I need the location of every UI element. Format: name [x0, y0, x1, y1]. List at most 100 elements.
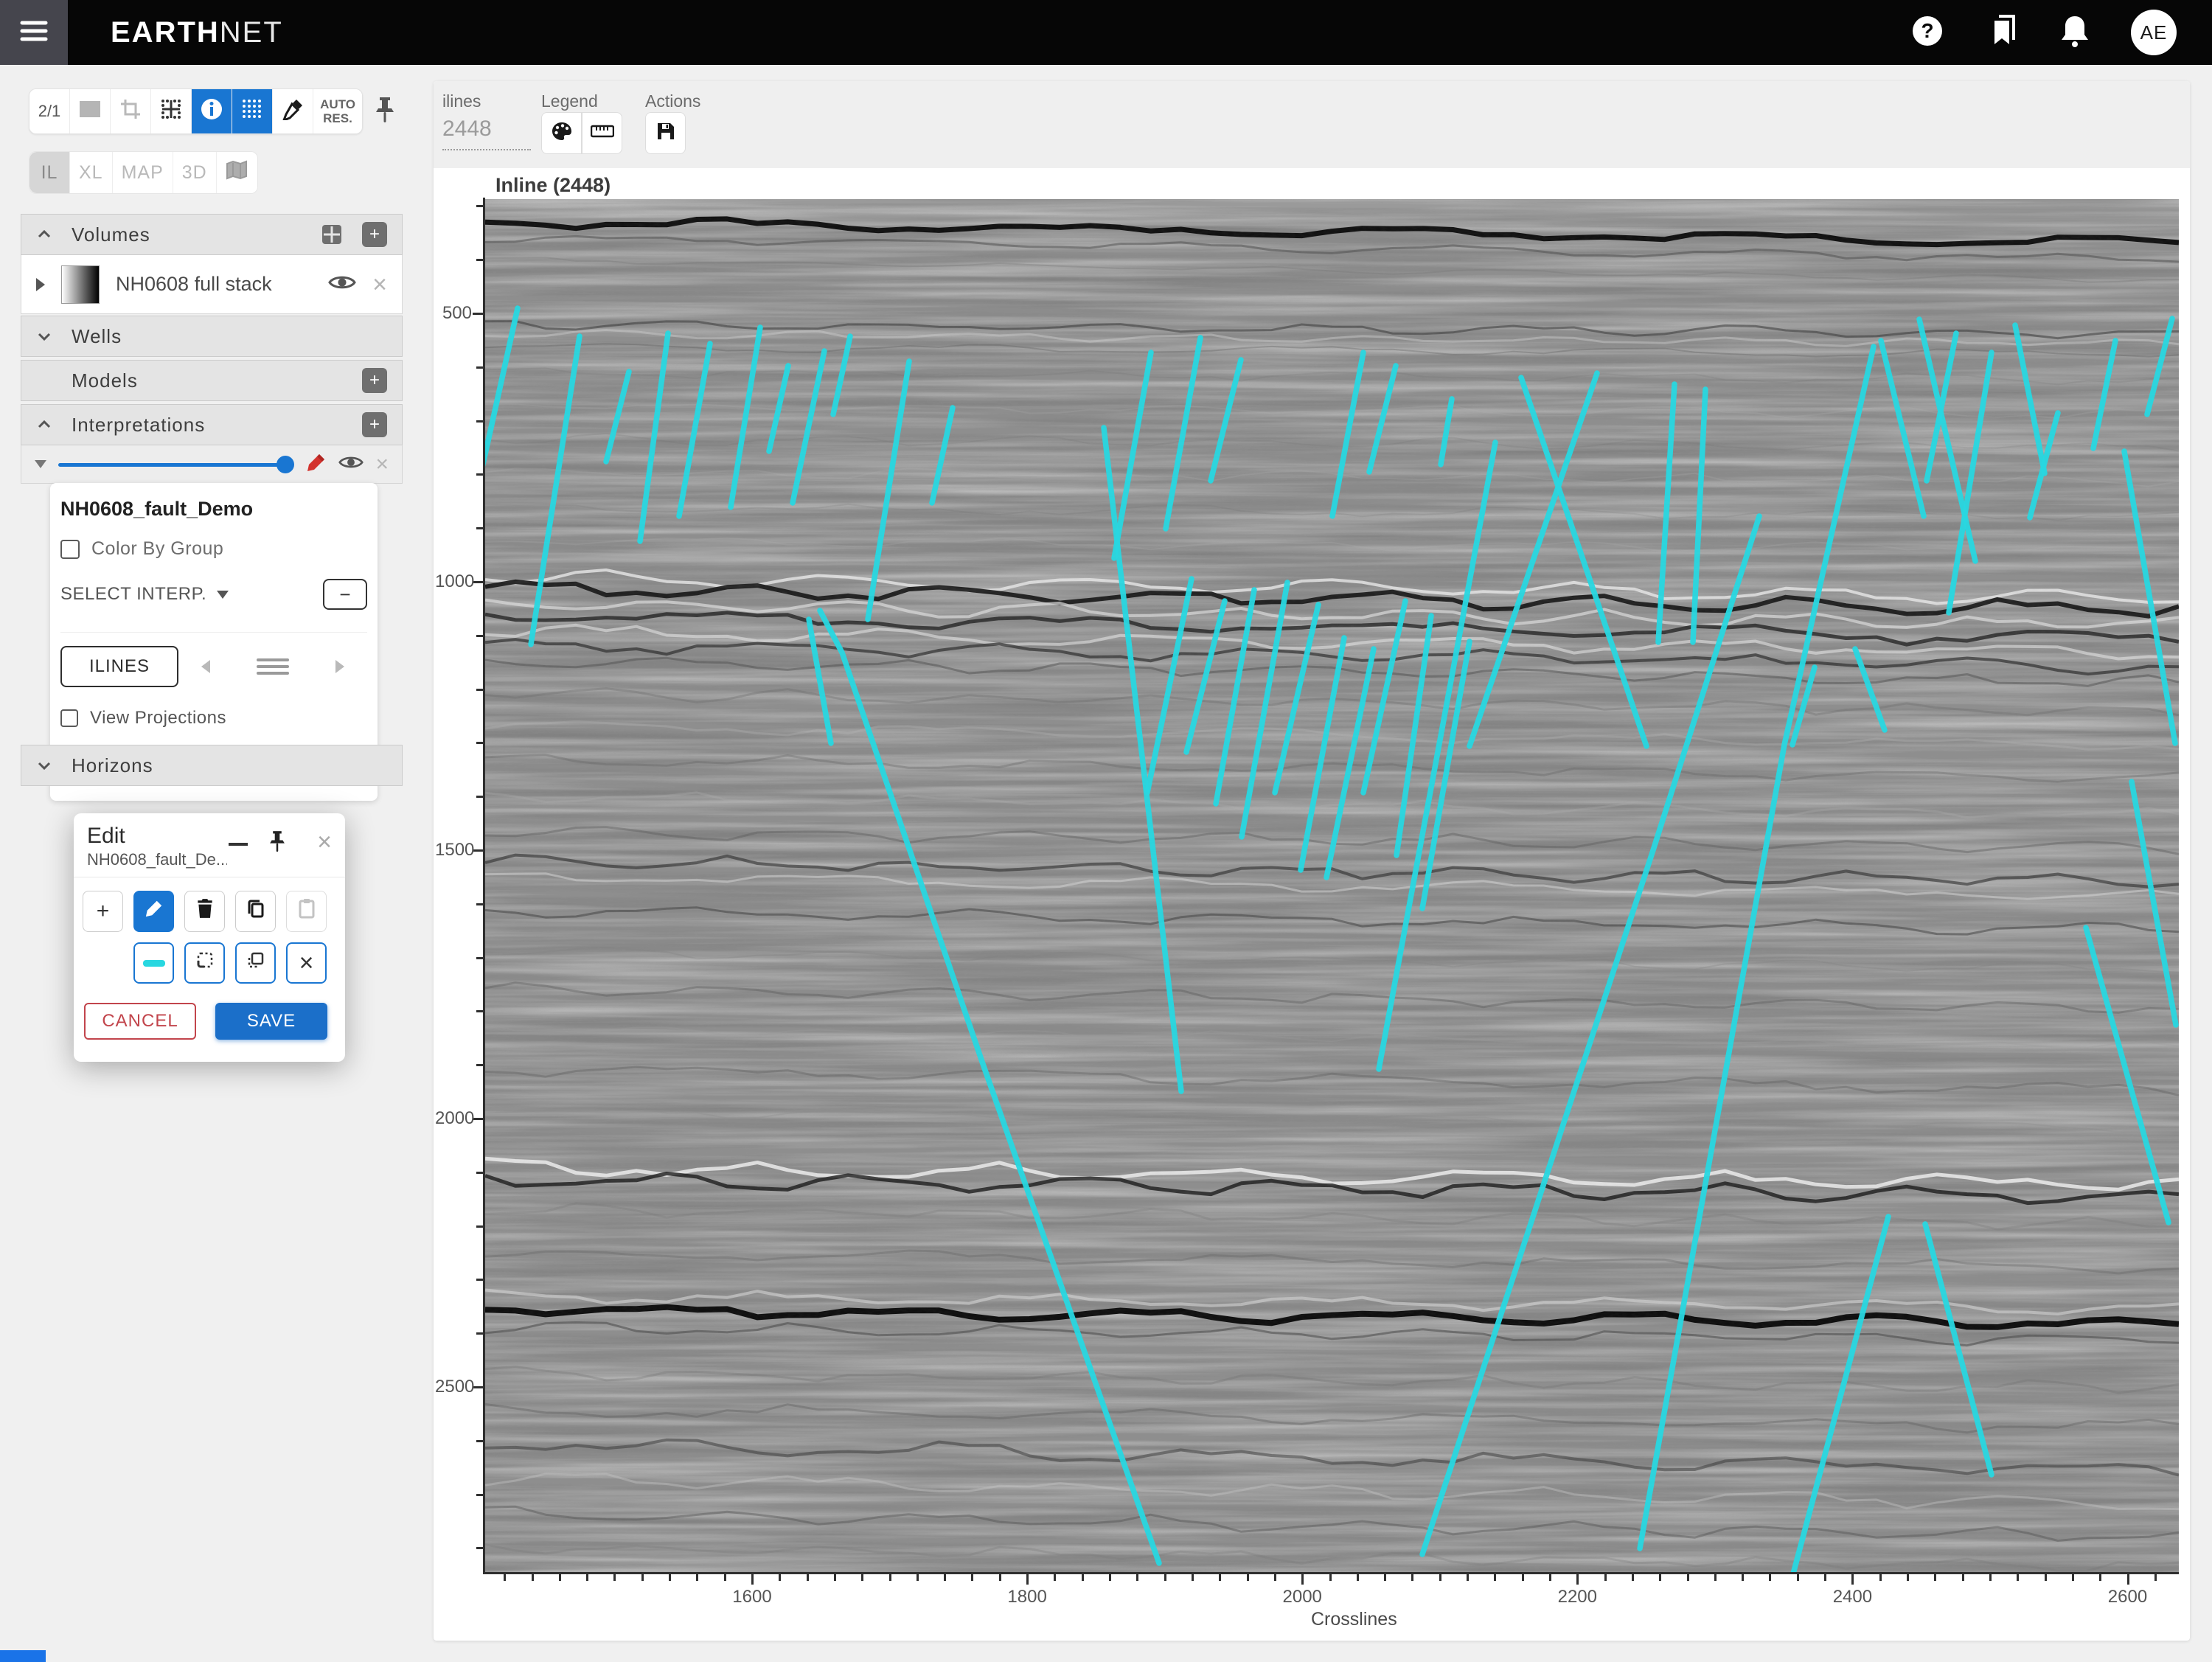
edit-dialog-header[interactable]: Edit NH0608_fault_De... ×	[74, 813, 345, 877]
basemap-button[interactable]	[217, 152, 257, 193]
tick-mark	[1467, 1574, 1469, 1581]
copy-button[interactable]	[235, 891, 276, 932]
hamburger-menu-button[interactable]	[0, 0, 68, 65]
add-volume-button[interactable]: +	[362, 222, 387, 247]
info-toggle-button[interactable]	[192, 89, 232, 133]
fault-dash-icon	[143, 960, 165, 967]
tick-mark	[1907, 1574, 1909, 1581]
tick-mark	[476, 903, 483, 905]
models-header[interactable]: Models +	[21, 360, 403, 401]
close-dialog-button[interactable]: ×	[317, 830, 332, 855]
tick-mark	[476, 1547, 483, 1549]
auto-res-button[interactable]: AUTO RES.	[313, 89, 362, 133]
page-indicator-button[interactable]: 2/1	[29, 89, 70, 133]
volume-visibility-toggle[interactable]	[328, 273, 356, 296]
line-list-button[interactable]	[257, 658, 289, 675]
view-projections-checkbox[interactable]	[60, 709, 78, 727]
ilines-mode-button[interactable]: ILINES	[60, 646, 178, 687]
prev-line-button[interactable]	[201, 660, 210, 673]
horizons-header[interactable]: Horizons	[21, 745, 403, 786]
tick-label: 1000	[435, 571, 472, 592]
slider-knob[interactable]	[276, 456, 294, 473]
collapse-caret-icon[interactable]	[35, 460, 46, 468]
fault-segment-tool-button[interactable]	[133, 942, 174, 984]
x-axis-title: Crosslines	[1311, 1609, 1397, 1630]
tick-label: 2400	[1833, 1587, 1872, 1607]
notifications-button[interactable]	[2057, 15, 2093, 50]
expand-caret-icon[interactable]	[36, 278, 45, 291]
tick-mark	[473, 313, 483, 315]
draw-fault-button[interactable]	[133, 891, 174, 932]
paste-button[interactable]	[286, 891, 327, 932]
view-projections-checkbox-row[interactable]: View Projections	[60, 700, 367, 747]
colormap-thumbnail	[61, 265, 100, 304]
delete-fault-button[interactable]	[184, 891, 225, 932]
tick-label: 2600	[2108, 1587, 2147, 1607]
view-projections-label: View Projections	[90, 708, 226, 729]
color-by-group-checkbox-row[interactable]: Color By Group	[60, 538, 367, 560]
wells-header[interactable]: Wells	[21, 316, 403, 357]
edit-dialog-subtitle: NH0608_fault_De...	[87, 850, 227, 869]
ruler-legend-button[interactable]	[582, 112, 622, 154]
tab-3d-label: 3D	[182, 162, 207, 184]
save-view-button[interactable]	[645, 112, 686, 154]
minimize-dialog-button[interactable]	[229, 843, 248, 846]
collapse-card-button[interactable]: −	[323, 579, 367, 610]
select-interp-dropdown[interactable]: SELECT INTERP.	[60, 584, 229, 605]
colormap-legend-button[interactable]	[541, 112, 582, 154]
tab-xl[interactable]: XL	[70, 152, 113, 193]
tick-mark	[532, 1574, 534, 1581]
tick-mark	[1604, 1574, 1607, 1581]
tick-mark	[476, 635, 483, 637]
volume-item-row[interactable]: NH0608 full stack ×	[21, 255, 403, 314]
remove-interpretation-button[interactable]: ×	[375, 453, 389, 476]
ilines-input[interactable]	[442, 117, 531, 150]
tab-il[interactable]: IL	[29, 152, 70, 193]
volumes-layout-icon[interactable]	[321, 223, 343, 246]
actions-group-label: Actions	[645, 91, 700, 111]
box-select-tool-button[interactable]	[235, 942, 276, 984]
tab-xl-label: XL	[79, 162, 103, 184]
view-toolbar: 2/1 AUTO RES.	[29, 88, 363, 134]
deselect-tool-button[interactable]: ×	[286, 942, 327, 984]
seismic-viewer-card: ilines Legend Actions Inline (2448)	[434, 81, 2190, 1641]
bookmarks-button[interactable]	[1983, 15, 2019, 50]
tab-3d[interactable]: 3D	[173, 152, 217, 193]
add-interpretation-button[interactable]: +	[362, 412, 387, 437]
interpretations-header[interactable]: Interpretations +	[21, 404, 403, 445]
tick-mark	[1219, 1574, 1221, 1581]
pin-dialog-button[interactable]	[267, 830, 288, 858]
page-indicator-label: 2/1	[38, 102, 61, 121]
eyedropper-button[interactable]	[273, 89, 313, 133]
edit-pencil-button[interactable]	[306, 452, 327, 476]
cancel-button[interactable]: CANCEL	[84, 1003, 196, 1040]
close-icon: ×	[299, 950, 314, 976]
volumes-header[interactable]: Volumes +	[21, 214, 403, 255]
tick-mark	[1494, 1574, 1496, 1581]
pin-toolbar-button[interactable]	[372, 96, 397, 129]
tick-mark	[476, 1494, 483, 1496]
tick-mark	[476, 1440, 483, 1442]
add-fault-button[interactable]: +	[83, 891, 123, 932]
tab-map[interactable]: MAP	[113, 152, 173, 193]
lasso-select-tool-button[interactable]	[184, 942, 225, 984]
save-button[interactable]: SAVE	[215, 1003, 327, 1040]
help-button[interactable]: ?	[1910, 15, 1945, 50]
add-model-button[interactable]: +	[362, 368, 387, 393]
dots-grid-toggle-button[interactable]	[232, 89, 273, 133]
user-avatar[interactable]: AE	[2131, 10, 2177, 55]
next-line-button[interactable]	[335, 660, 344, 673]
grid-crosshair-button[interactable]	[151, 89, 192, 133]
tick-mark	[1384, 1574, 1386, 1581]
color-by-group-checkbox[interactable]	[60, 540, 80, 559]
interpretation-visibility-toggle[interactable]	[338, 453, 364, 475]
crop-button[interactable]	[111, 89, 151, 133]
seismic-image[interactable]	[485, 199, 2179, 1572]
tick-mark	[2127, 1574, 2129, 1585]
panel-layout-button[interactable]	[70, 89, 111, 133]
opacity-slider[interactable]	[58, 456, 294, 473]
wells-label: Wells	[72, 325, 122, 348]
tick-mark	[2099, 1574, 2101, 1581]
ruler-icon	[591, 123, 614, 143]
remove-volume-button[interactable]: ×	[372, 272, 387, 297]
